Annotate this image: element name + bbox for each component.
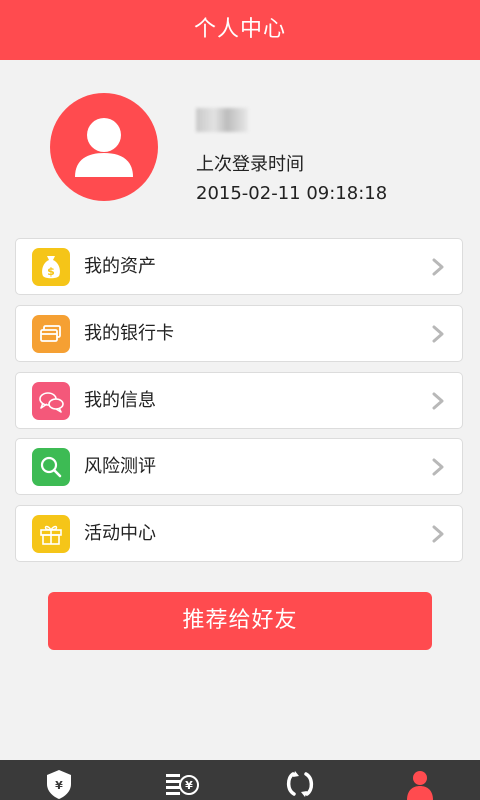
nav-tab-profile[interactable] [360,760,480,800]
last-login-time: 2015-02-11 09:18:18 [196,183,388,204]
refresh-icon [286,771,314,797]
menu-item-my-bank-cards[interactable]: 我的银行卡 [15,305,463,362]
avatar[interactable] [50,93,158,201]
bank-card-icon [32,315,70,353]
chevron-right-icon [432,458,444,476]
last-login-label: 上次登录时间 [196,154,304,175]
chevron-right-icon [432,258,444,276]
menu-item-my-messages[interactable]: 我的信息 [15,372,463,429]
profile-section: 上次登录时间 2015-02-11 09:18:18 [0,60,480,230]
chat-bubbles-icon [32,382,70,420]
user-icon [407,771,433,800]
menu-label: 风险测评 [84,456,156,477]
page-title: 个人中心 [0,0,480,60]
chevron-right-icon [432,325,444,343]
menu-label: 我的资产 [84,256,156,277]
menu-label: 我的信息 [84,390,156,411]
chevron-right-icon [432,392,444,410]
menu-label: 活动中心 [84,523,156,544]
nav-tab-shield[interactable]: ¥ [0,760,120,800]
shield-yen-icon: ¥ [47,770,71,799]
chevron-right-icon [432,525,444,543]
menu-item-my-assets[interactable]: $ 我的资产 [15,238,463,295]
user-avatar-icon [75,118,133,177]
bottom-nav: ¥ ¥ [0,760,480,800]
username [196,108,248,132]
menu-item-activity-center[interactable]: 活动中心 [15,505,463,562]
money-bag-icon: $ [32,248,70,286]
nav-tab-products[interactable]: ¥ [120,760,240,800]
svg-text:¥: ¥ [55,779,63,792]
gift-icon [32,515,70,553]
yen-list-icon: ¥ [166,774,199,795]
menu-item-risk-assessment[interactable]: 风险测评 [15,438,463,495]
nav-tab-refresh[interactable] [240,760,360,800]
menu-label: 我的银行卡 [84,323,174,344]
magnifier-icon [32,448,70,486]
svg-text:$: $ [47,265,55,278]
recommend-to-friends-button[interactable]: 推荐给好友 [48,592,432,650]
svg-text:¥: ¥ [185,779,193,792]
